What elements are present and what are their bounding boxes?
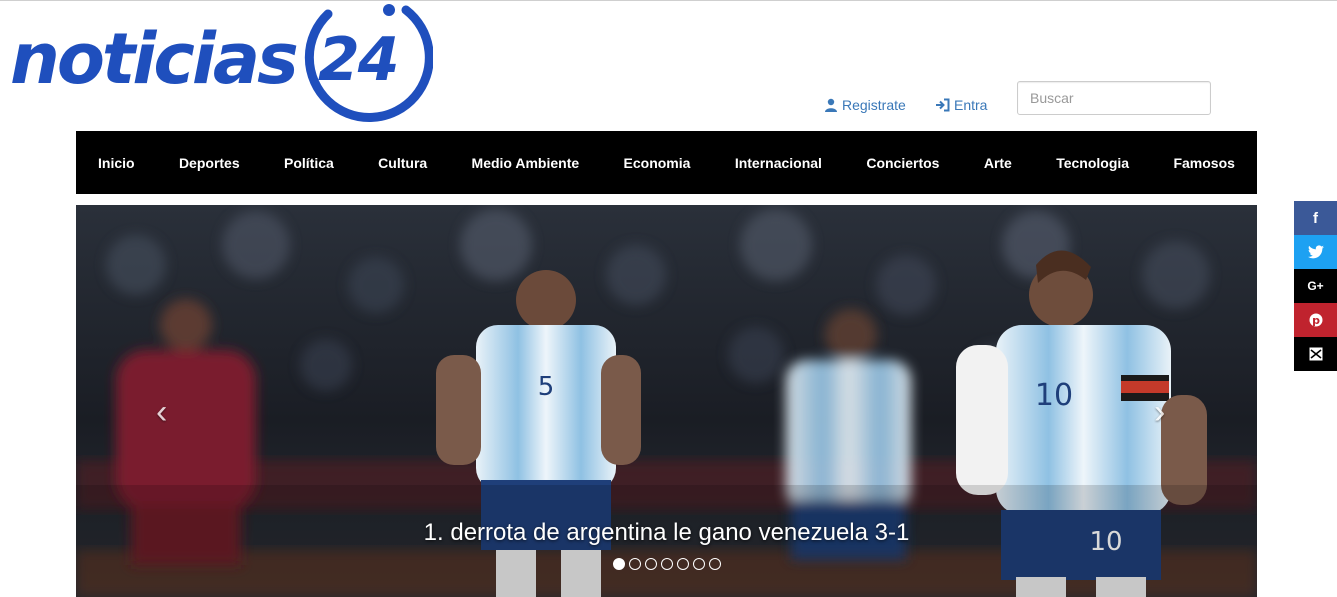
email-icon xyxy=(1309,347,1322,361)
carousel-indicator[interactable] xyxy=(613,558,625,570)
user-icon xyxy=(825,98,837,112)
email-share-button[interactable] xyxy=(1294,337,1337,371)
slide-caption: 1. derrota de argentina le gano venezuel… xyxy=(423,519,910,546)
search-input[interactable] xyxy=(1017,81,1211,115)
pinterest-icon: p xyxy=(1309,313,1322,327)
site-logo[interactable]: noticias 24 xyxy=(8,2,433,127)
twitter-icon xyxy=(1307,245,1324,259)
nav-item-cultura[interactable]: Cultura xyxy=(378,155,427,171)
login-label: Entra xyxy=(954,97,988,113)
logo-number: 24 xyxy=(318,25,399,95)
nav-item-arte[interactable]: Arte xyxy=(984,155,1012,171)
nav-item-inicio[interactable]: Inicio xyxy=(98,155,135,171)
google-plus-share-button[interactable]: G+ xyxy=(1294,269,1337,303)
facebook-share-button[interactable]: f xyxy=(1294,201,1337,235)
carousel-indicators xyxy=(613,558,721,570)
nav-item-politica[interactable]: Política xyxy=(284,155,334,171)
carousel-indicator[interactable] xyxy=(645,558,657,570)
carousel-indicator[interactable] xyxy=(709,558,721,570)
pinterest-share-button[interactable]: p xyxy=(1294,303,1337,337)
nav-item-economia[interactable]: Economia xyxy=(624,155,691,171)
nav-item-medio-ambiente[interactable]: Medio Ambiente xyxy=(472,155,580,171)
register-link[interactable]: Registrate xyxy=(824,97,906,113)
svg-text:10: 10 xyxy=(1035,378,1073,413)
logo-wordmark: noticias xyxy=(10,18,299,100)
nav-item-conciertos[interactable]: Conciertos xyxy=(866,155,939,171)
social-share-bar: f G+ p xyxy=(1294,201,1337,371)
nav-item-tecnologia[interactable]: Tecnologia xyxy=(1056,155,1129,171)
nav-item-deportes[interactable]: Deportes xyxy=(179,155,240,171)
nav-item-internacional[interactable]: Internacional xyxy=(735,155,822,171)
google-plus-icon: G+ xyxy=(1307,279,1324,293)
carousel-prev-icon[interactable]: ‹ xyxy=(156,395,167,429)
top-border xyxy=(0,0,1337,1)
news-carousel[interactable]: 5 10 10 ‹ › 1. derrota de argentina le g… xyxy=(76,205,1257,597)
carousel-indicator[interactable] xyxy=(661,558,673,570)
login-link[interactable]: Entra xyxy=(935,97,987,113)
nav-item-famosos[interactable]: Famosos xyxy=(1173,155,1234,171)
facebook-icon: f xyxy=(1313,209,1318,227)
svg-text:5: 5 xyxy=(538,372,555,402)
svg-text:p: p xyxy=(1312,314,1320,327)
carousel-next-icon[interactable]: › xyxy=(1154,395,1165,429)
twitter-share-button[interactable] xyxy=(1294,235,1337,269)
carousel-indicator[interactable] xyxy=(677,558,689,570)
register-label: Registrate xyxy=(842,97,906,113)
carousel-indicator[interactable] xyxy=(693,558,705,570)
main-nav: Inicio Deportes Política Cultura Medio A… xyxy=(76,131,1257,194)
login-icon xyxy=(936,98,950,112)
carousel-indicator[interactable] xyxy=(629,558,641,570)
